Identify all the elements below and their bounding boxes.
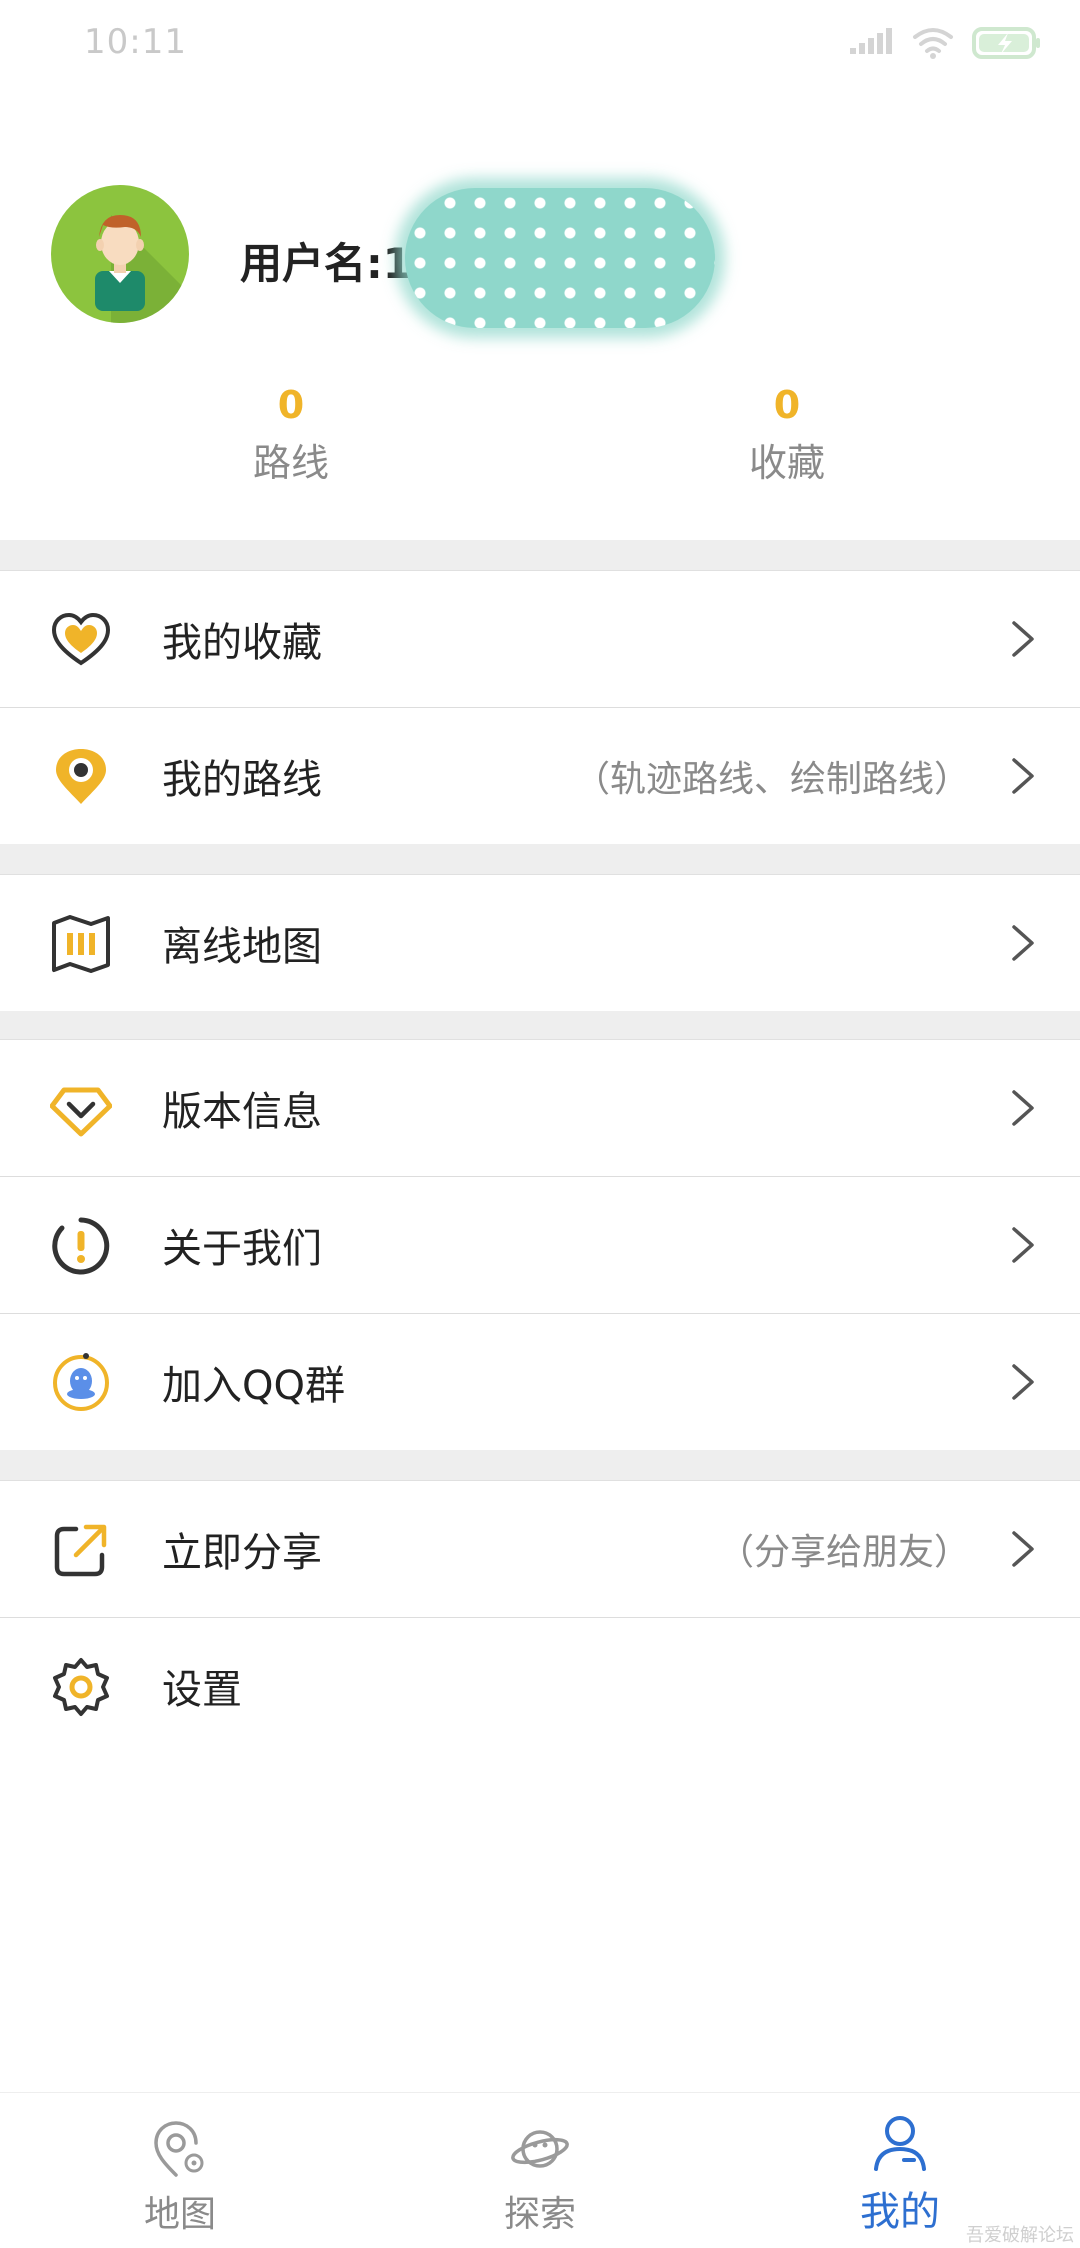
menu-item-share-hint: （分享给朋友） — [717, 1532, 970, 1573]
qq-penguin-icon — [53, 1353, 109, 1411]
battery-icon — [972, 27, 1040, 59]
stat-routes[interactable]: 0 路线 — [141, 380, 441, 496]
location-pin-icon — [56, 749, 106, 804]
menu-item-version[interactable]: 版本信息 — [0, 1040, 1080, 1177]
stat-routes-label: 路线 — [252, 441, 329, 485]
menu-item-offline-map[interactable]: 离线地图 — [0, 875, 1080, 1011]
stat-favorites[interactable]: 0 收藏 — [637, 380, 937, 496]
map-icon — [52, 915, 110, 973]
chevron-right-icon — [1012, 1227, 1034, 1263]
user-avatar-icon — [95, 215, 189, 323]
stats-row: 0 路线 0 收藏 — [0, 380, 1080, 510]
menu-item-version-label: 版本信息 — [162, 1089, 322, 1135]
chevron-right-icon — [1012, 758, 1034, 794]
person-icon — [874, 2116, 926, 2171]
bottom-nav: 地图 探索 我的 吾爱破解论坛 — [0, 2092, 1080, 2248]
gear-icon — [53, 1658, 109, 1716]
tab-explore-label: 探索 — [503, 2194, 576, 2235]
settings-menu: 我的收藏 我的路线 （轨迹路线、绘制路线） 离线地图 版本信息 关于我们 加入Q… — [0, 540, 1080, 1754]
menu-item-settings-label: 设置 — [162, 1667, 242, 1713]
wifi-icon — [913, 28, 953, 59]
section-divider — [0, 844, 1080, 875]
chevron-right-icon — [1012, 1090, 1034, 1126]
share-icon — [54, 1524, 107, 1577]
section-divider — [0, 1450, 1080, 1481]
signal-icon — [850, 28, 892, 54]
stat-routes-value: 0 — [277, 383, 305, 427]
planet-icon — [511, 2130, 569, 2168]
menu-item-about[interactable]: 关于我们 — [0, 1177, 1080, 1314]
tab-explore[interactable]: 探索 — [430, 2093, 650, 2248]
username-redaction — [405, 188, 715, 328]
menu-item-settings[interactable]: 设置 — [0, 1618, 1080, 1754]
menu-item-routes-hint: （轨迹路线、绘制路线） — [573, 759, 970, 800]
menu-item-share[interactable]: 立即分享 （分享给朋友） — [0, 1481, 1080, 1618]
chevron-right-icon — [1012, 1364, 1034, 1400]
menu-item-qq-group[interactable]: 加入QQ群 — [0, 1314, 1080, 1450]
section-divider — [0, 540, 1080, 571]
tab-map-label: 地图 — [143, 2194, 216, 2235]
menu-item-routes[interactable]: 我的路线 （轨迹路线、绘制路线） — [0, 708, 1080, 844]
stat-favorites-label: 收藏 — [748, 441, 825, 485]
watermark: 吾爱破解论坛 — [966, 2225, 1074, 2246]
menu-item-qq-group-label: 加入QQ群 — [162, 1363, 345, 1409]
section-divider — [0, 1011, 1080, 1040]
status-bar: 10:11 — [0, 0, 1080, 90]
menu-item-favorites-label: 我的收藏 — [162, 620, 322, 666]
menu-item-routes-label: 我的路线 — [162, 757, 322, 803]
avatar[interactable] — [51, 185, 189, 323]
exclamation-circle-icon — [52, 1217, 110, 1275]
menu-item-offline-map-label: 离线地图 — [162, 924, 322, 970]
stat-favorites-value: 0 — [773, 383, 801, 427]
status-time: 10:11 — [84, 22, 187, 62]
menu-item-favorites[interactable]: 我的收藏 — [0, 571, 1080, 708]
chevron-right-icon — [1012, 925, 1034, 961]
my-page-screen: 10:11 用户名:18 0 路线 0 收藏 我的收藏 我的路线 （轨迹路线、绘… — [0, 0, 1080, 2248]
chevron-right-icon — [1012, 621, 1034, 657]
diamond-icon — [50, 1087, 112, 1137]
map-pin-icon — [154, 2121, 204, 2177]
chevron-right-icon — [1012, 1531, 1034, 1567]
heart-icon — [51, 612, 111, 666]
menu-item-about-label: 关于我们 — [162, 1226, 322, 1272]
profile-header: 用户名:18 — [0, 150, 1080, 390]
status-icons — [850, 26, 1042, 60]
menu-item-share-label: 立即分享 — [162, 1530, 322, 1576]
tab-map[interactable]: 地图 — [70, 2093, 290, 2248]
